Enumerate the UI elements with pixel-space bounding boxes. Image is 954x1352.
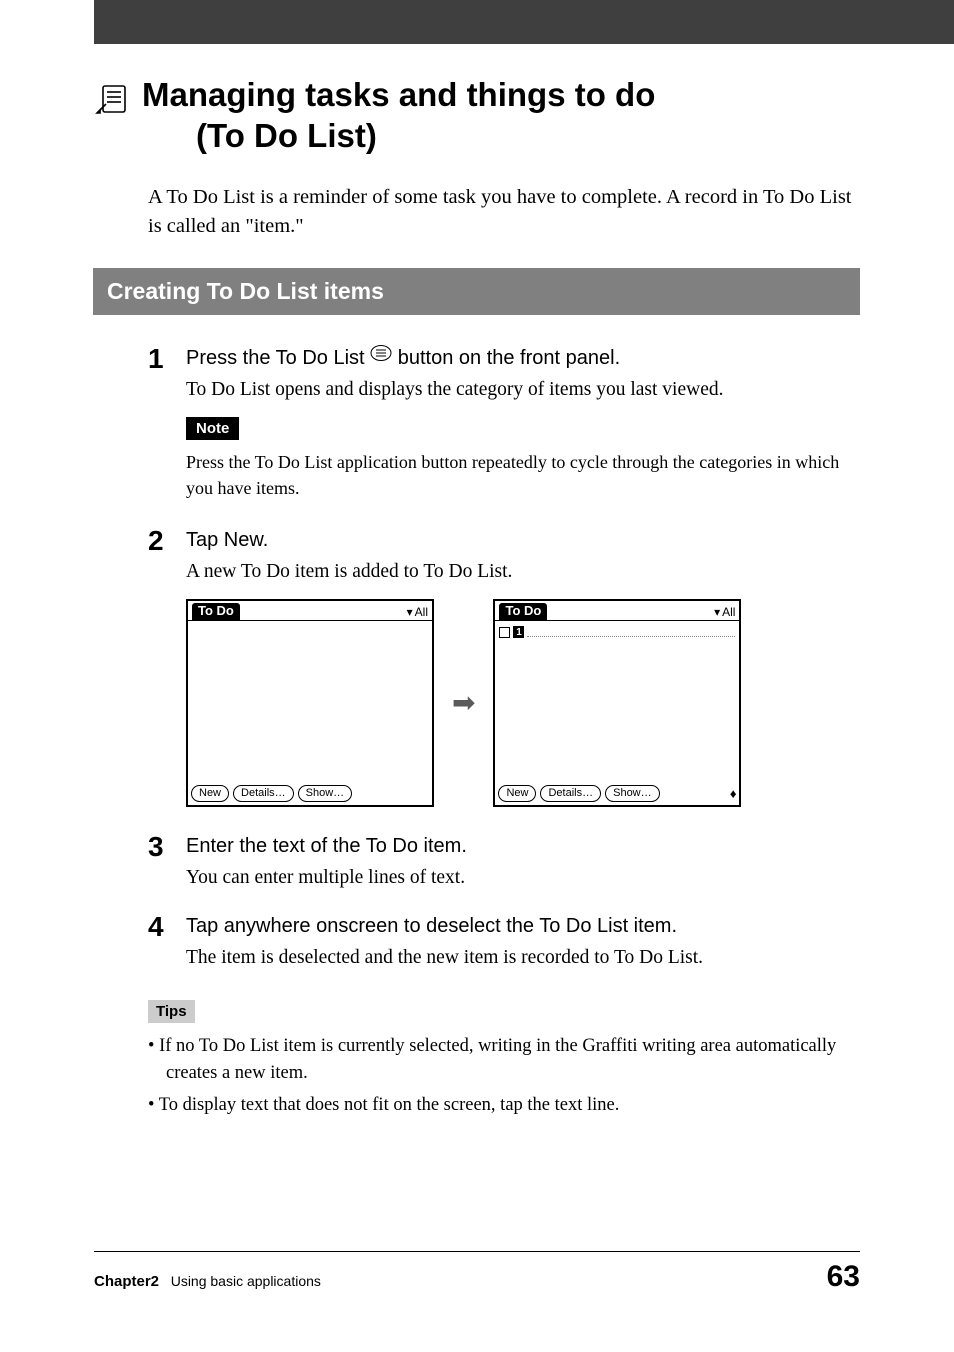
- app-title-tab: To Do: [192, 603, 240, 620]
- category-dropdown[interactable]: ▾ All: [714, 605, 735, 619]
- step-number: 1: [148, 345, 186, 373]
- chapter-label: Chapter2: [94, 1273, 159, 1290]
- step-description: The item is deselected and the new item …: [186, 944, 860, 971]
- step-3: 3 Enter the text of the To Do item. You …: [148, 833, 860, 905]
- page-title: Managing tasks and things to do (To Do L…: [94, 74, 860, 157]
- tips-badge: Tips: [148, 1000, 195, 1023]
- screenshot-after: To Do ▾ All 1 New: [493, 599, 741, 807]
- step-1: 1 Press the To Do List button on the fro…: [148, 345, 860, 519]
- step-heading: Press the To Do List button on the front…: [186, 345, 860, 372]
- note-text: Press the To Do List application button …: [186, 450, 860, 500]
- new-button[interactable]: New: [191, 785, 229, 802]
- priority-indicator[interactable]: 1: [513, 626, 524, 638]
- category-dropdown[interactable]: ▾ All: [407, 605, 428, 619]
- intro-paragraph: A To Do List is a reminder of some task …: [148, 183, 860, 242]
- step-description: A new To Do item is added to To Do List.: [186, 558, 860, 585]
- dropdown-triangle-icon: ▾: [714, 605, 720, 619]
- screenshot-row: To Do ▾ All New Details… Show… ➡: [186, 599, 860, 807]
- show-button[interactable]: Show…: [605, 785, 660, 802]
- chapter-info: Chapter2 Using basic applications: [94, 1273, 321, 1290]
- tip-item: If no To Do List item is currently selec…: [148, 1033, 860, 1087]
- details-button[interactable]: Details…: [233, 785, 294, 802]
- step-description: You can enter multiple lines of text.: [186, 864, 860, 891]
- screenshot-before: To Do ▾ All New Details… Show…: [186, 599, 434, 807]
- chapter-title: Using basic applications: [171, 1273, 321, 1289]
- dropdown-triangle-icon: ▾: [407, 605, 413, 619]
- page-footer: Chapter2 Using basic applications 63: [94, 1251, 860, 1294]
- checkbox-icon[interactable]: [499, 627, 510, 638]
- tips-list: If no To Do List item is currently selec…: [148, 1033, 860, 1119]
- text-entry-line[interactable]: [527, 627, 735, 637]
- header-bar: [94, 0, 954, 44]
- note-badge: Note: [186, 417, 239, 440]
- title-line-1: Managing tasks and things to do: [142, 76, 655, 113]
- step-number: 4: [148, 913, 186, 941]
- step-heading: Tap anywhere onscreen to deselect the To…: [186, 913, 860, 940]
- tip-item: To display text that does not fit on the…: [148, 1092, 860, 1119]
- todo-button-icon: [370, 343, 392, 370]
- step-heading: Tap New.: [186, 527, 860, 554]
- new-button[interactable]: New: [498, 785, 536, 802]
- app-title-tab: To Do: [499, 603, 547, 620]
- page-content: Managing tasks and things to do (To Do L…: [0, 44, 954, 1119]
- show-button[interactable]: Show…: [298, 785, 353, 802]
- section-heading: Creating To Do List items: [93, 268, 860, 315]
- step-2: 2 Tap New. A new To Do item is added to …: [148, 527, 860, 825]
- step-number: 2: [148, 527, 186, 555]
- todo-item[interactable]: 1: [499, 624, 735, 640]
- step-description: To Do List opens and displays the catego…: [186, 376, 860, 403]
- arrow-right-icon: ➡: [452, 686, 475, 720]
- notepad-icon: [94, 80, 132, 125]
- title-line-2: (To Do List): [196, 117, 377, 154]
- step-4: 4 Tap anywhere onscreen to deselect the …: [148, 913, 860, 985]
- scroll-up-icon[interactable]: ♦: [730, 786, 737, 801]
- step-heading: Enter the text of the To Do item.: [186, 833, 860, 860]
- step-number: 3: [148, 833, 186, 861]
- category-label: All: [722, 605, 735, 619]
- category-label: All: [415, 605, 428, 619]
- page-number: 63: [827, 1260, 860, 1294]
- details-button[interactable]: Details…: [540, 785, 601, 802]
